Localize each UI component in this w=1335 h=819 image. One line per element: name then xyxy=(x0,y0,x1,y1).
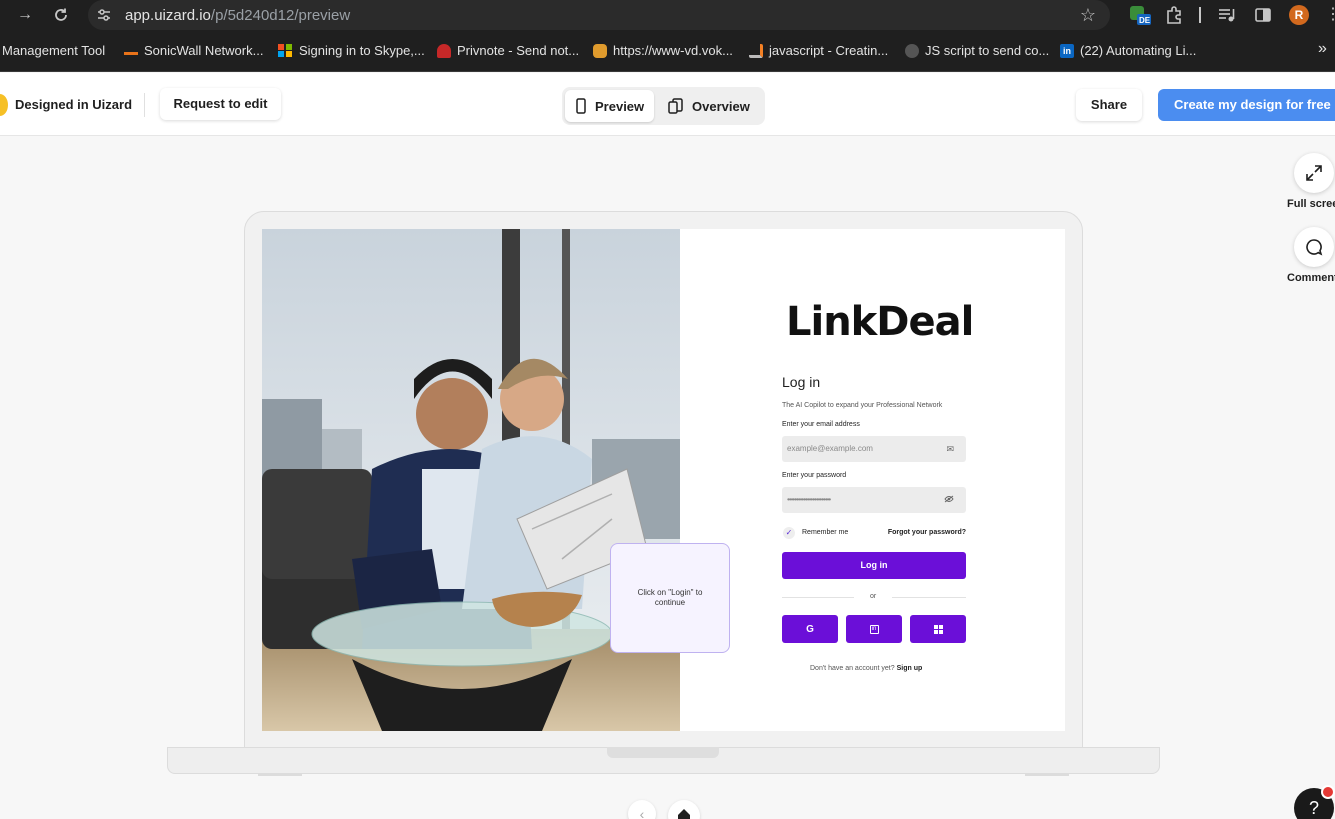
remember-checkbox[interactable]: ✓ xyxy=(783,527,795,539)
extensions-puzzle-icon[interactable] xyxy=(1165,6,1183,24)
header-divider xyxy=(144,93,145,117)
hero-photo xyxy=(262,229,680,731)
url-text[interactable]: app.uizard.io/p/5d240d12/preview xyxy=(125,7,350,24)
or-divider-right xyxy=(892,597,966,598)
bookmark-item[interactable]: SonicWall Network... xyxy=(124,43,263,58)
login-title: Log in xyxy=(782,374,821,390)
extension-icon[interactable]: DE xyxy=(1130,6,1152,25)
address-bar[interactable]: app.uizard.io/p/5d240d12/preview ☆ xyxy=(88,0,1110,30)
login-subtitle: The AI Copilot to expand your Profession… xyxy=(782,402,943,409)
reload-icon[interactable] xyxy=(50,5,72,25)
bookmark-item[interactable]: Management Tool xyxy=(2,43,105,58)
browser-toolbar: → app.uizard.io/p/5d240d12/preview ☆ DE … xyxy=(0,0,1335,30)
designed-in-label: Designed in Uizard xyxy=(15,97,133,112)
windows-icon xyxy=(933,624,943,634)
laptop-notch xyxy=(607,747,719,758)
mail-icon: ✉ xyxy=(946,444,954,454)
toolbar-separator xyxy=(1199,7,1201,23)
password-field[interactable]: •••••••••••••••••••••••• xyxy=(782,487,966,513)
phone-icon xyxy=(576,98,586,114)
hotspot-text: Click on "Login" to continue xyxy=(637,588,703,607)
google-icon: G xyxy=(806,623,814,635)
remember-label: Remember me xyxy=(802,529,849,536)
github-favicon-icon xyxy=(905,43,919,58)
comments-button[interactable] xyxy=(1294,227,1334,267)
bookmarks-bar: Management Tool SonicWall Network... Sig… xyxy=(0,30,1335,72)
microsoft-login-button[interactable] xyxy=(910,615,966,643)
comment-icon xyxy=(1306,239,1323,256)
signup-row: Don't have an account yet? Sign up xyxy=(810,665,922,672)
view-mode-switch: Preview Overview xyxy=(562,87,765,125)
linkedin-icon: in xyxy=(869,624,879,634)
remember-row: ✓ Remember me Forgot your password? xyxy=(782,527,966,541)
email-placeholder: example@example.com xyxy=(787,444,873,453)
bookmark-item[interactable]: JS script to send co... xyxy=(905,43,1049,58)
stackoverflow-favicon-icon xyxy=(749,43,763,58)
or-divider-left xyxy=(782,597,854,598)
or-label: or xyxy=(870,593,877,600)
tab-preview[interactable]: Preview xyxy=(565,90,655,122)
request-to-edit-button[interactable]: Request to edit xyxy=(160,88,281,120)
password-label: Enter your password xyxy=(782,472,847,479)
notification-dot xyxy=(1321,785,1335,799)
linkdeal-logo: LinkDeal xyxy=(786,299,974,345)
google-login-button[interactable]: G xyxy=(782,615,838,643)
expand-icon xyxy=(1306,165,1322,181)
email-field[interactable]: example@example.com ✉ xyxy=(782,436,966,462)
no-account-text: Don't have an account yet? xyxy=(810,665,895,672)
microsoft-favicon-icon xyxy=(278,44,293,57)
uizard-logo-icon xyxy=(0,94,8,116)
login-button[interactable]: Log in xyxy=(782,552,966,579)
side-panel-icon[interactable] xyxy=(1254,6,1272,24)
bookmark-item[interactable]: https://www-vd.vok... xyxy=(593,43,733,58)
email-label: Enter your email address xyxy=(782,421,860,428)
home-icon xyxy=(678,809,690,819)
bookmark-item[interactable]: javascript - Creatin... xyxy=(749,43,888,58)
fullscreen-button[interactable] xyxy=(1294,153,1334,193)
privnote-favicon-icon xyxy=(437,43,451,58)
screens-icon xyxy=(668,98,683,114)
svg-text:DE: DE xyxy=(1139,16,1151,25)
login-panel: LinkDeal Log in The AI Copilot to expand… xyxy=(782,229,974,731)
eye-off-icon[interactable] xyxy=(944,495,954,505)
share-button[interactable]: Share xyxy=(1076,89,1142,121)
chevron-left-icon: ‹ xyxy=(639,806,645,819)
menu-kebab-icon[interactable]: ⋮ xyxy=(1325,6,1335,24)
linkedin-login-button[interactable]: in xyxy=(846,615,902,643)
forward-icon[interactable]: → xyxy=(14,5,36,25)
site-settings-icon[interactable] xyxy=(96,7,112,23)
comments-label: Comment xyxy=(1287,272,1335,284)
forgot-password-link[interactable]: Forgot your password? xyxy=(888,529,966,536)
prototype-screen: LinkDeal Log in The AI Copilot to expand… xyxy=(262,229,1065,731)
hotspot-hint[interactable]: Click on "Login" to continue xyxy=(610,543,730,653)
bookmark-item[interactable]: Privnote - Send not... xyxy=(437,43,579,58)
bookmark-item[interactable]: in (22) Automating Li... xyxy=(1060,43,1196,58)
sonicwall-favicon-icon xyxy=(124,47,138,55)
media-control-icon[interactable] xyxy=(1218,6,1236,24)
laptop-foot xyxy=(1025,773,1069,776)
uizard-header: Designed in Uizard Request to edit Previ… xyxy=(0,73,1335,136)
profile-avatar[interactable]: R xyxy=(1289,5,1309,25)
bookmark-item[interactable]: Signing in to Skype,... xyxy=(278,43,425,58)
bookmark-star-icon[interactable]: ☆ xyxy=(1080,5,1096,26)
password-value: •••••••••••••••••••••••• xyxy=(787,495,831,504)
bookmarks-overflow-icon[interactable]: » xyxy=(1318,40,1327,58)
home-button[interactable] xyxy=(668,800,700,819)
tab-overview[interactable]: Overview xyxy=(658,90,760,122)
chat-favicon-icon xyxy=(593,43,607,58)
fullscreen-label: Full scree xyxy=(1287,198,1335,210)
prev-screen-button[interactable]: ‹ xyxy=(628,800,656,819)
laptop-foot xyxy=(258,773,302,776)
linkedin-favicon-icon: in xyxy=(1060,43,1074,58)
create-design-button[interactable]: Create my design for free xyxy=(1158,89,1335,121)
signup-link[interactable]: Sign up xyxy=(897,665,923,672)
